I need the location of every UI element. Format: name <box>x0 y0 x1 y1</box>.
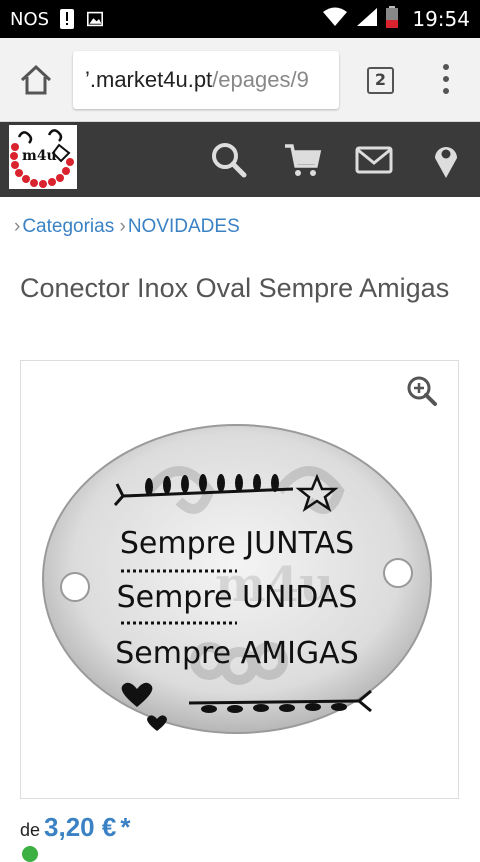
tab-switcher-button[interactable]: 2 <box>367 67 394 94</box>
product-title: Conector Inox Oval Sempre Amigas <box>20 273 450 303</box>
search-icon[interactable] <box>209 140 249 180</box>
home-icon[interactable] <box>18 62 54 98</box>
site-header: m4u <box>0 122 480 197</box>
notification-icon <box>59 8 75 30</box>
location-icon[interactable] <box>426 140 466 180</box>
wifi-icon <box>322 7 348 32</box>
logo-text: m4u <box>22 148 57 164</box>
carrier-label: NOS <box>10 8 50 30</box>
breadcrumb: › Categorias › NOVIDADES <box>14 216 240 238</box>
price-amount: 3,20 € <box>44 812 117 842</box>
breadcrumb-novidades[interactable]: NOVIDADES <box>128 216 240 237</box>
price-note-marker: * <box>120 812 131 842</box>
product-price: de 3,20 € * <box>20 812 130 843</box>
product-image-container[interactable]: m4u Sempre JUNTAS Sempre UNIDAS Sempre A… <box>20 360 459 799</box>
availability-indicator-icon <box>22 846 38 862</box>
url-path: /epages/9 <box>212 67 309 92</box>
chevron-right-icon: › <box>14 216 21 237</box>
zoom-in-icon[interactable] <box>406 375 438 407</box>
status-bar: NOS 19:54 <box>0 0 480 38</box>
clock: 19:54 <box>412 7 470 31</box>
browser-toolbar: ’.market4u.pt/epages/9 2 <box>0 38 480 122</box>
battery-icon <box>386 5 399 33</box>
overflow-menu-icon[interactable] <box>436 64 456 98</box>
image-line-2: Sempre UNIDAS <box>117 580 358 615</box>
signal-icon <box>356 7 378 32</box>
url-bar[interactable]: ’.market4u.pt/epages/9 <box>73 51 339 109</box>
mail-icon[interactable] <box>354 140 394 180</box>
cart-icon[interactable] <box>283 140 323 180</box>
breadcrumb-categorias[interactable]: Categorias <box>22 216 114 237</box>
image-line-1: Sempre JUNTAS <box>120 526 354 561</box>
url-domain: ’.market4u.pt <box>85 67 213 92</box>
site-logo[interactable]: m4u <box>9 125 77 189</box>
price-prefix: de <box>20 820 41 840</box>
product-photo: m4u Sempre JUNTAS Sempre UNIDAS Sempre A… <box>42 424 432 734</box>
image-icon <box>87 8 104 30</box>
image-line-3: Sempre AMIGAS <box>115 636 359 671</box>
chevron-right-icon: › <box>119 216 126 237</box>
